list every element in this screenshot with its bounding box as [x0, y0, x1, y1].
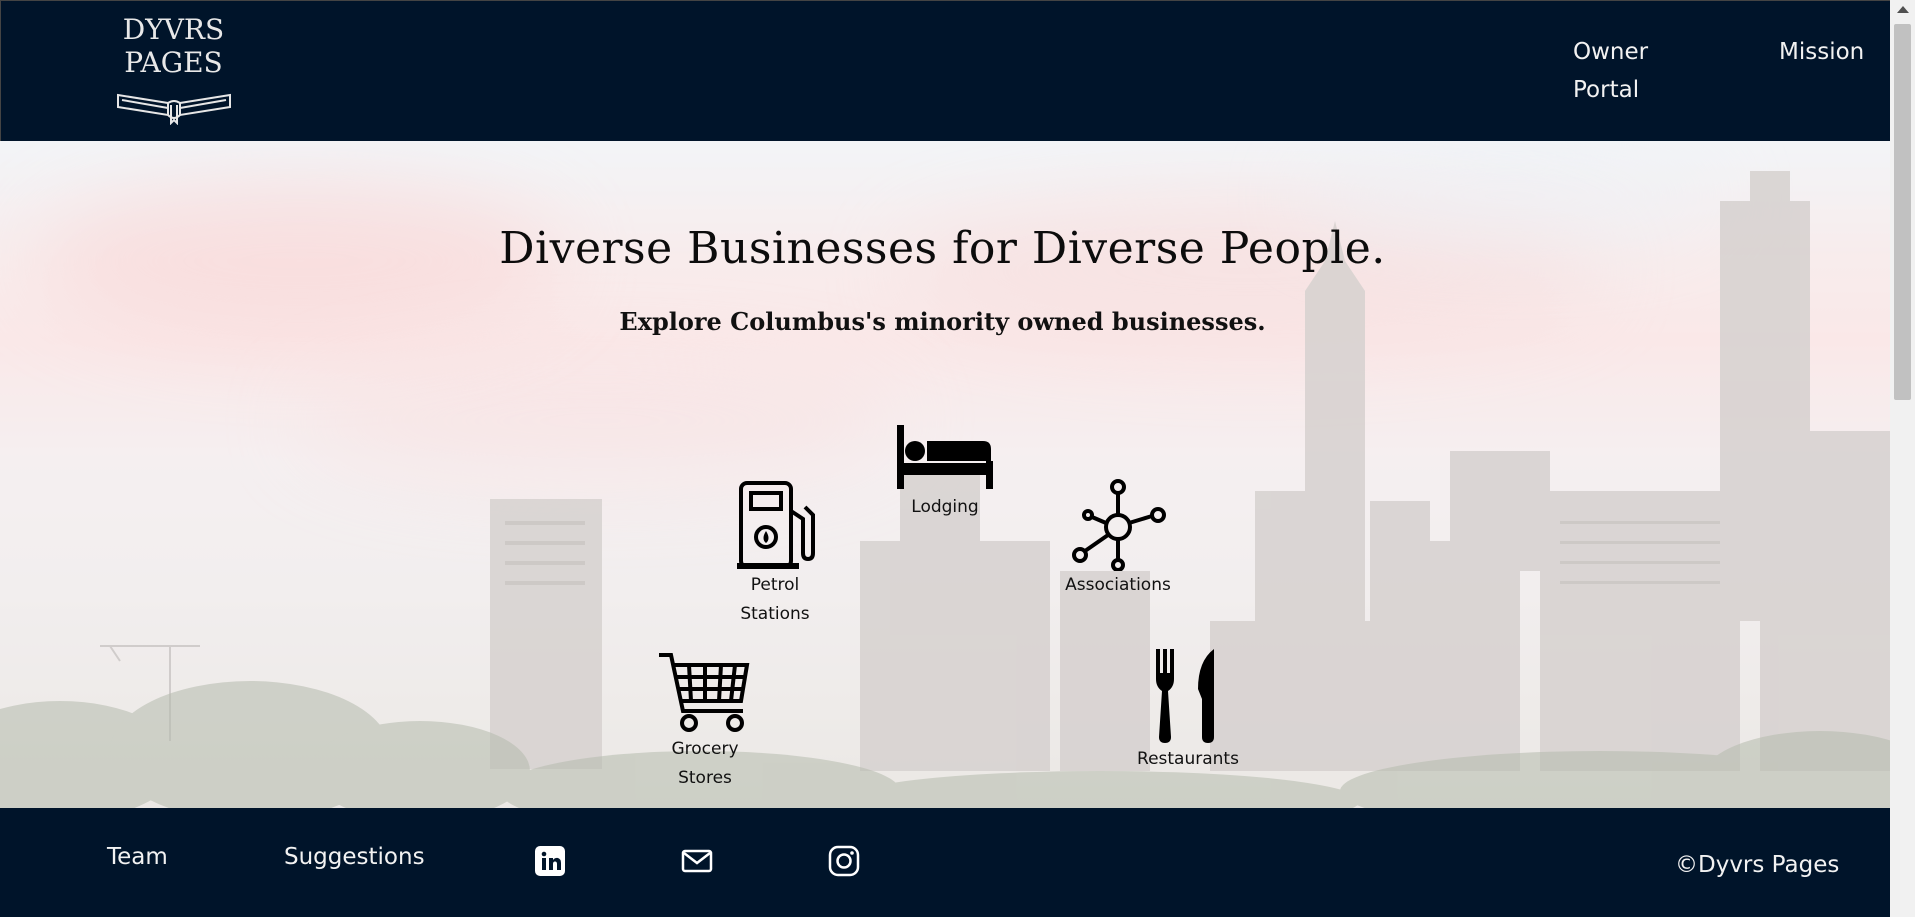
category-label-lodging: Lodging	[911, 497, 979, 517]
page-scrollbar[interactable]	[1890, 0, 1915, 917]
nav-mission[interactable]: Mission	[1779, 33, 1864, 71]
category-lodging[interactable]: Lodging	[885, 423, 1005, 522]
shopping-cart-icon	[659, 653, 750, 732]
copyright-text: ©Dyvrs Pages	[1675, 852, 1840, 878]
footer-team-link[interactable]: Team	[107, 844, 168, 870]
hero-title: Diverse Businesses for Diverse People.	[499, 223, 1386, 274]
category-petrol-stations[interactable]: Petrol Stations	[720, 479, 830, 629]
category-label-restaurants: Restaurants	[1137, 749, 1239, 769]
instagram-icon[interactable]	[827, 844, 861, 878]
linkedin-icon[interactable]	[533, 844, 567, 878]
fuel-pump-icon	[737, 481, 815, 569]
nav-owner-portal[interactable]: Owner Portal	[1573, 33, 1663, 109]
category-label-grocery-stores: Grocery Stores	[671, 739, 739, 788]
category-grocery-stores[interactable]: Grocery Stores	[648, 651, 762, 793]
open-book-icon	[116, 93, 231, 125]
scrollbar-thumb[interactable]	[1894, 24, 1911, 400]
site-logo[interactable]: DYVRS PAGES	[111, 13, 236, 131]
hero-subtitle: Explore Columbus's minority owned busine…	[619, 307, 1266, 336]
network-icon	[1072, 479, 1166, 571]
category-restaurants[interactable]: Restaurants	[1118, 647, 1258, 774]
scroll-up-arrow-icon[interactable]	[1897, 6, 1909, 13]
logo-text-line2: PAGES	[124, 46, 223, 79]
category-associations[interactable]: Associations	[1048, 479, 1188, 600]
logo-text-line1: DYVRS	[122, 13, 225, 46]
fork-knife-icon	[1156, 649, 1214, 743]
mail-icon[interactable]	[680, 844, 714, 878]
site-footer: Team Suggestions ©Dyvrs Pages	[0, 808, 1890, 917]
category-label-associations: Associations	[1065, 575, 1171, 595]
footer-suggestions-link[interactable]: Suggestions	[284, 844, 425, 870]
bed-icon	[897, 425, 993, 489]
category-label-petrol-stations: Petrol Stations	[740, 575, 810, 624]
site-header: DYVRS PAGES Owner Portal Mission	[0, 0, 1890, 141]
hero-section: Diverse Businesses for Diverse People. E…	[0, 141, 1890, 808]
